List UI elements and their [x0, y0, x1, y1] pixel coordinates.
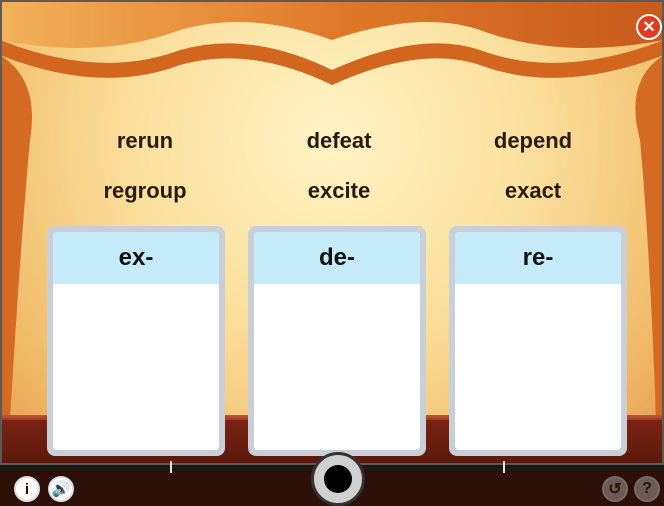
right-drape	[635, 55, 664, 420]
drop-area[interactable]: ex-	[53, 232, 219, 450]
record-button[interactable]	[311, 452, 365, 506]
valance	[0, 0, 664, 48]
word-item[interactable]: depend	[458, 128, 608, 154]
stage: rerun defeat depend regroup excite exact…	[0, 0, 664, 465]
box-header-label: de-	[254, 232, 420, 284]
word-item[interactable]: defeat	[264, 128, 414, 154]
left-drape	[0, 55, 32, 420]
drop-box-de[interactable]: de-	[248, 226, 426, 456]
word-item[interactable]: excite	[264, 178, 414, 204]
speaker-icon[interactable]: 🔊	[48, 476, 74, 502]
word-item[interactable]: exact	[458, 178, 608, 204]
drop-box-ex[interactable]: ex-	[47, 226, 225, 456]
box-header-label: re-	[455, 232, 621, 284]
box-header-label: ex-	[53, 232, 219, 284]
close-icon[interactable]: ✕	[636, 14, 662, 40]
word-item[interactable]: regroup	[70, 178, 220, 204]
help-icon[interactable]: ?	[634, 476, 660, 502]
word-item[interactable]: rerun	[70, 128, 220, 154]
drop-area[interactable]: re-	[455, 232, 621, 450]
back-arrow-icon[interactable]: ↺	[602, 476, 628, 502]
drop-box-re[interactable]: re-	[449, 226, 627, 456]
progress-tick	[503, 461, 505, 473]
progress-tick	[170, 461, 172, 473]
drop-area[interactable]: de-	[254, 232, 420, 450]
person-info-icon[interactable]: i	[14, 476, 40, 502]
